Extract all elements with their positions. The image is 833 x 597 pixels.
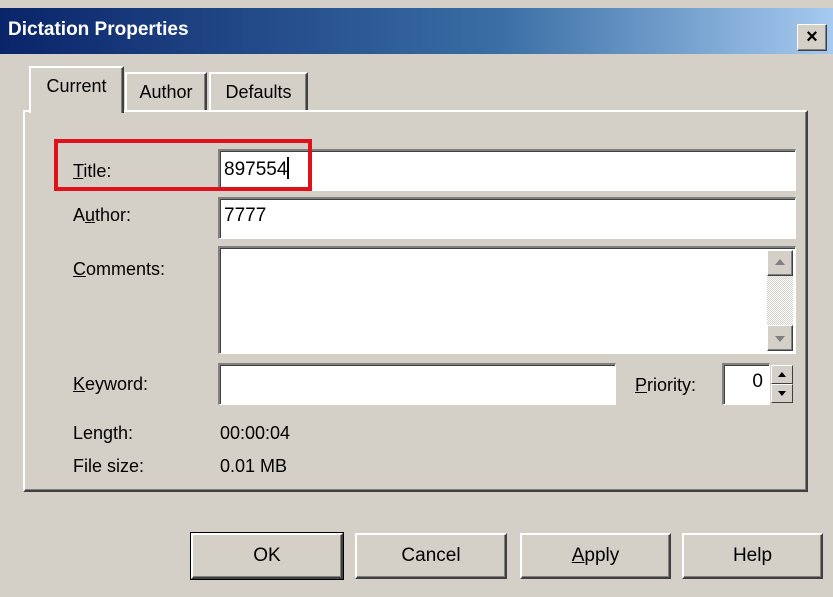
apply-button[interactable]: Apply — [520, 533, 671, 579]
close-button[interactable]: × — [797, 24, 827, 51]
tab-author-label: Author — [139, 82, 193, 102]
title-bar: Dictation Properties × — [0, 8, 833, 54]
ok-label: OK — [253, 545, 281, 566]
author-label-pre: A — [73, 205, 86, 225]
comments-label: Comments: — [73, 259, 165, 280]
priority-label-rest: riority: — [647, 375, 697, 395]
priority-label-mnemonic: P — [635, 375, 648, 395]
priority-down-button[interactable] — [771, 384, 793, 403]
author-label: Author: — [73, 205, 131, 226]
cancel-button[interactable]: Cancel — [355, 533, 507, 579]
keyword-label-mnemonic: K — [73, 374, 86, 394]
help-button[interactable]: Help — [682, 533, 823, 579]
length-value: 00:00:04 — [220, 423, 291, 443]
scroll-up-button[interactable] — [767, 250, 793, 276]
scroll-up-icon — [775, 259, 785, 265]
close-icon: × — [806, 26, 818, 48]
scroll-down-icon — [775, 336, 785, 342]
comments-label-rest: omments: — [86, 259, 166, 279]
tab-defaults-label: Defaults — [225, 82, 292, 102]
cancel-label: Cancel — [401, 545, 461, 566]
file-size-label: File size: — [73, 456, 145, 476]
author-label-mnemonic: u — [85, 205, 96, 225]
tab-defaults[interactable]: Defaults — [209, 72, 308, 112]
tab-author[interactable]: Author — [125, 72, 207, 112]
apply-label-mnemonic: A — [571, 545, 585, 566]
length-label: Length: — [73, 423, 134, 443]
tab-current-label: Current — [46, 76, 107, 96]
tab-current[interactable]: Current — [29, 66, 124, 113]
apply-label-rest: pply — [584, 545, 620, 566]
window-title: Dictation Properties — [8, 19, 189, 40]
priority-field[interactable]: 0 — [722, 363, 770, 405]
author-label-rest: thor: — [95, 205, 132, 225]
dialog-window: Dictation Properties × Current Author De… — [0, 0, 833, 597]
comments-label-mnemonic: C — [73, 259, 86, 279]
scroll-down-button[interactable] — [767, 325, 793, 351]
comments-scrollbar[interactable] — [767, 250, 793, 351]
file-size-value: 0.01 MB — [220, 456, 288, 476]
priority-up-button[interactable] — [771, 365, 793, 384]
keyword-label: Keyword: — [73, 374, 148, 395]
priority-spinner[interactable] — [771, 365, 793, 403]
spin-up-icon — [778, 372, 786, 377]
priority-value: 0 — [752, 371, 763, 392]
author-value: 7777 — [224, 205, 267, 226]
keyword-label-rest: eyword: — [85, 374, 149, 394]
author-field[interactable]: 7777 — [218, 197, 796, 239]
help-label: Help — [732, 545, 773, 566]
spin-down-icon — [778, 391, 786, 396]
keyword-field[interactable] — [218, 363, 616, 405]
comments-textarea[interactable] — [218, 246, 796, 354]
priority-label: Priority: — [635, 375, 696, 396]
ok-button[interactable]: OK — [190, 532, 344, 580]
highlight-box — [54, 139, 312, 191]
